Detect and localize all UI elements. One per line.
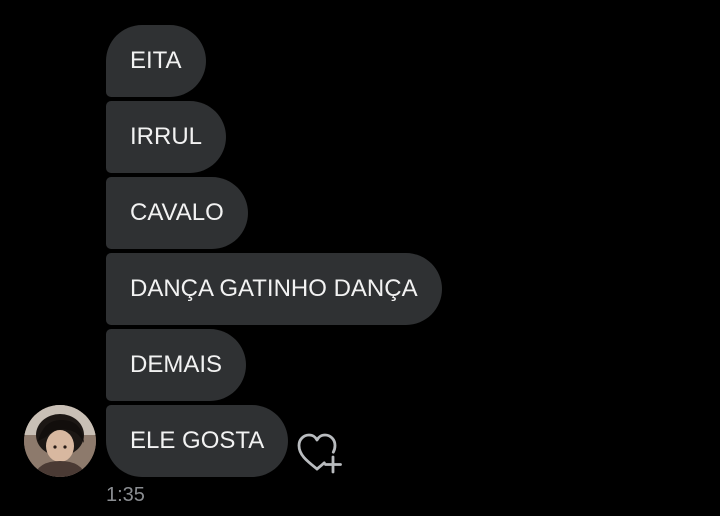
message-timestamp: 1:35 [106, 484, 145, 506]
message-bubble[interactable]: DEMAIS [106, 329, 247, 401]
message-text: EITA [130, 47, 182, 74]
message-text: IRRUL [130, 123, 203, 150]
message-text: DEMAIS [130, 351, 223, 378]
message-bubble[interactable]: DANÇA GATINHO DANÇA [106, 253, 442, 325]
message-thread: EITA IRRUL CAVALO DANÇA GATINHO DANÇA DE… [106, 25, 442, 477]
message-bubble[interactable]: EITA [106, 25, 206, 97]
message-text: ELE GOSTA [130, 427, 265, 454]
like-icon [297, 433, 342, 474]
heart-plus-icon[interactable] [296, 431, 346, 477]
message-bubble[interactable]: ELE GOSTA [106, 405, 289, 477]
message-bubble[interactable]: IRRUL [106, 101, 227, 173]
message-bubble[interactable]: CAVALO [106, 177, 248, 249]
message-text: DANÇA GATINHO DANÇA [130, 275, 418, 302]
sender-avatar[interactable] [24, 405, 96, 477]
user-avatar-icon [24, 405, 96, 477]
message-text: CAVALO [130, 199, 224, 226]
